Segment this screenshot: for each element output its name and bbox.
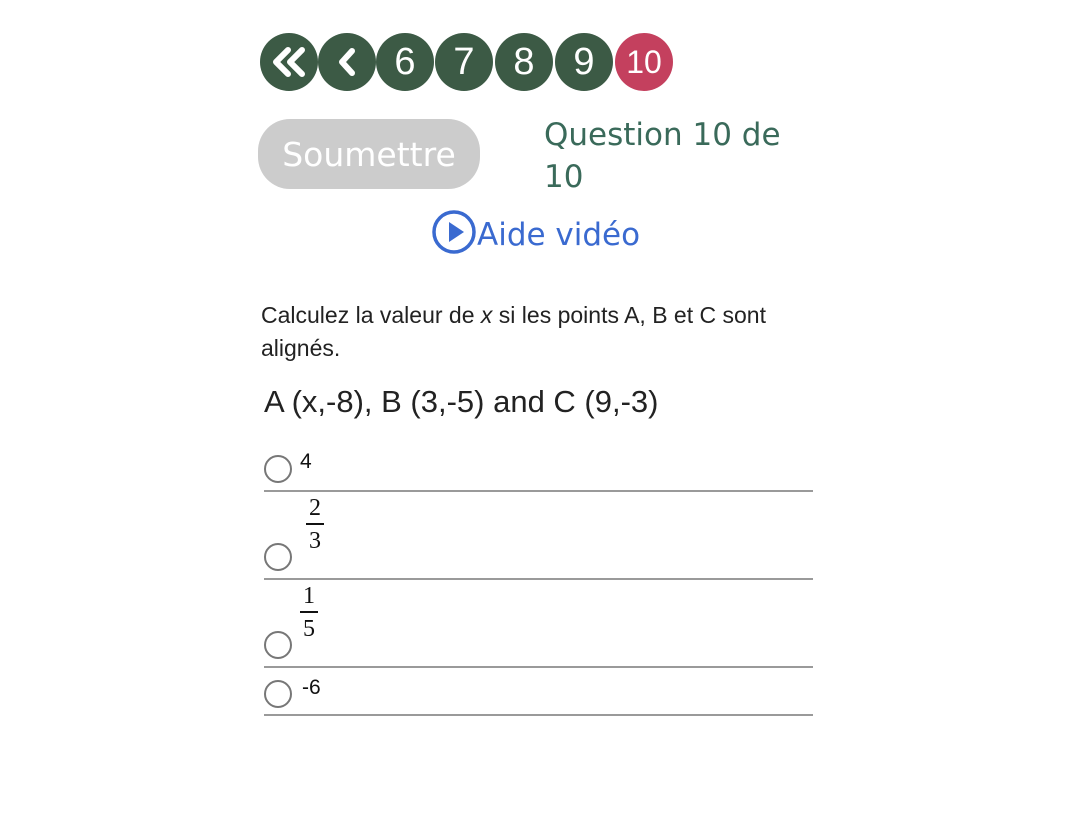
option-fraction: 2 3 <box>306 495 324 554</box>
fraction-numerator: 1 <box>303 583 315 609</box>
fraction-denominator: 3 <box>309 528 321 554</box>
page-7-button[interactable]: 7 <box>435 33 493 91</box>
page-8-button[interactable]: 8 <box>495 33 553 91</box>
submit-button[interactable]: Soumettre <box>258 119 480 189</box>
double-chevron-left-icon <box>273 47 305 77</box>
option-value: -6 <box>302 676 321 699</box>
first-page-button[interactable] <box>260 33 318 91</box>
play-circle-icon <box>432 210 476 254</box>
prompt-text-before: Calculez la valeur de <box>261 302 481 328</box>
fraction-numerator: 2 <box>309 495 321 521</box>
answer-option-2[interactable]: 2 3 <box>264 492 813 580</box>
question-counter: Question 10 de 10 <box>544 117 781 195</box>
fraction-denominator: 5 <box>303 616 315 642</box>
fraction-bar <box>300 611 318 613</box>
answer-option-1[interactable]: 4 <box>264 446 813 492</box>
option-value: 4 <box>300 450 312 473</box>
page-9-button[interactable]: 9 <box>555 33 613 91</box>
previous-page-button[interactable] <box>318 33 376 91</box>
radio-button[interactable] <box>264 455 292 483</box>
question-points: A (x,-8), B (3,-5) and C (9,-3) <box>264 384 659 419</box>
option-fraction: 1 5 <box>300 583 318 642</box>
radio-button[interactable] <box>264 543 292 571</box>
answer-option-4[interactable]: -6 <box>264 668 813 716</box>
question-navigation: 6 7 8 9 10 <box>260 33 680 95</box>
chevron-left-icon <box>339 48 355 76</box>
fraction-bar <box>306 523 324 525</box>
answer-options: 4 2 3 1 5 -6 <box>264 446 813 716</box>
video-help-label: Aide vidéo <box>477 217 641 253</box>
question-prompt: Calculez la valeur de x si les points A,… <box>261 299 821 365</box>
prompt-variable: x <box>480 302 493 328</box>
page-6-button[interactable]: 6 <box>376 33 434 91</box>
radio-button[interactable] <box>264 631 292 659</box>
radio-button[interactable] <box>264 680 292 708</box>
answer-option-3[interactable]: 1 5 <box>264 580 813 668</box>
page-10-button[interactable]: 10 <box>615 33 673 91</box>
video-help-link[interactable]: Aide vidéo <box>431 205 640 255</box>
